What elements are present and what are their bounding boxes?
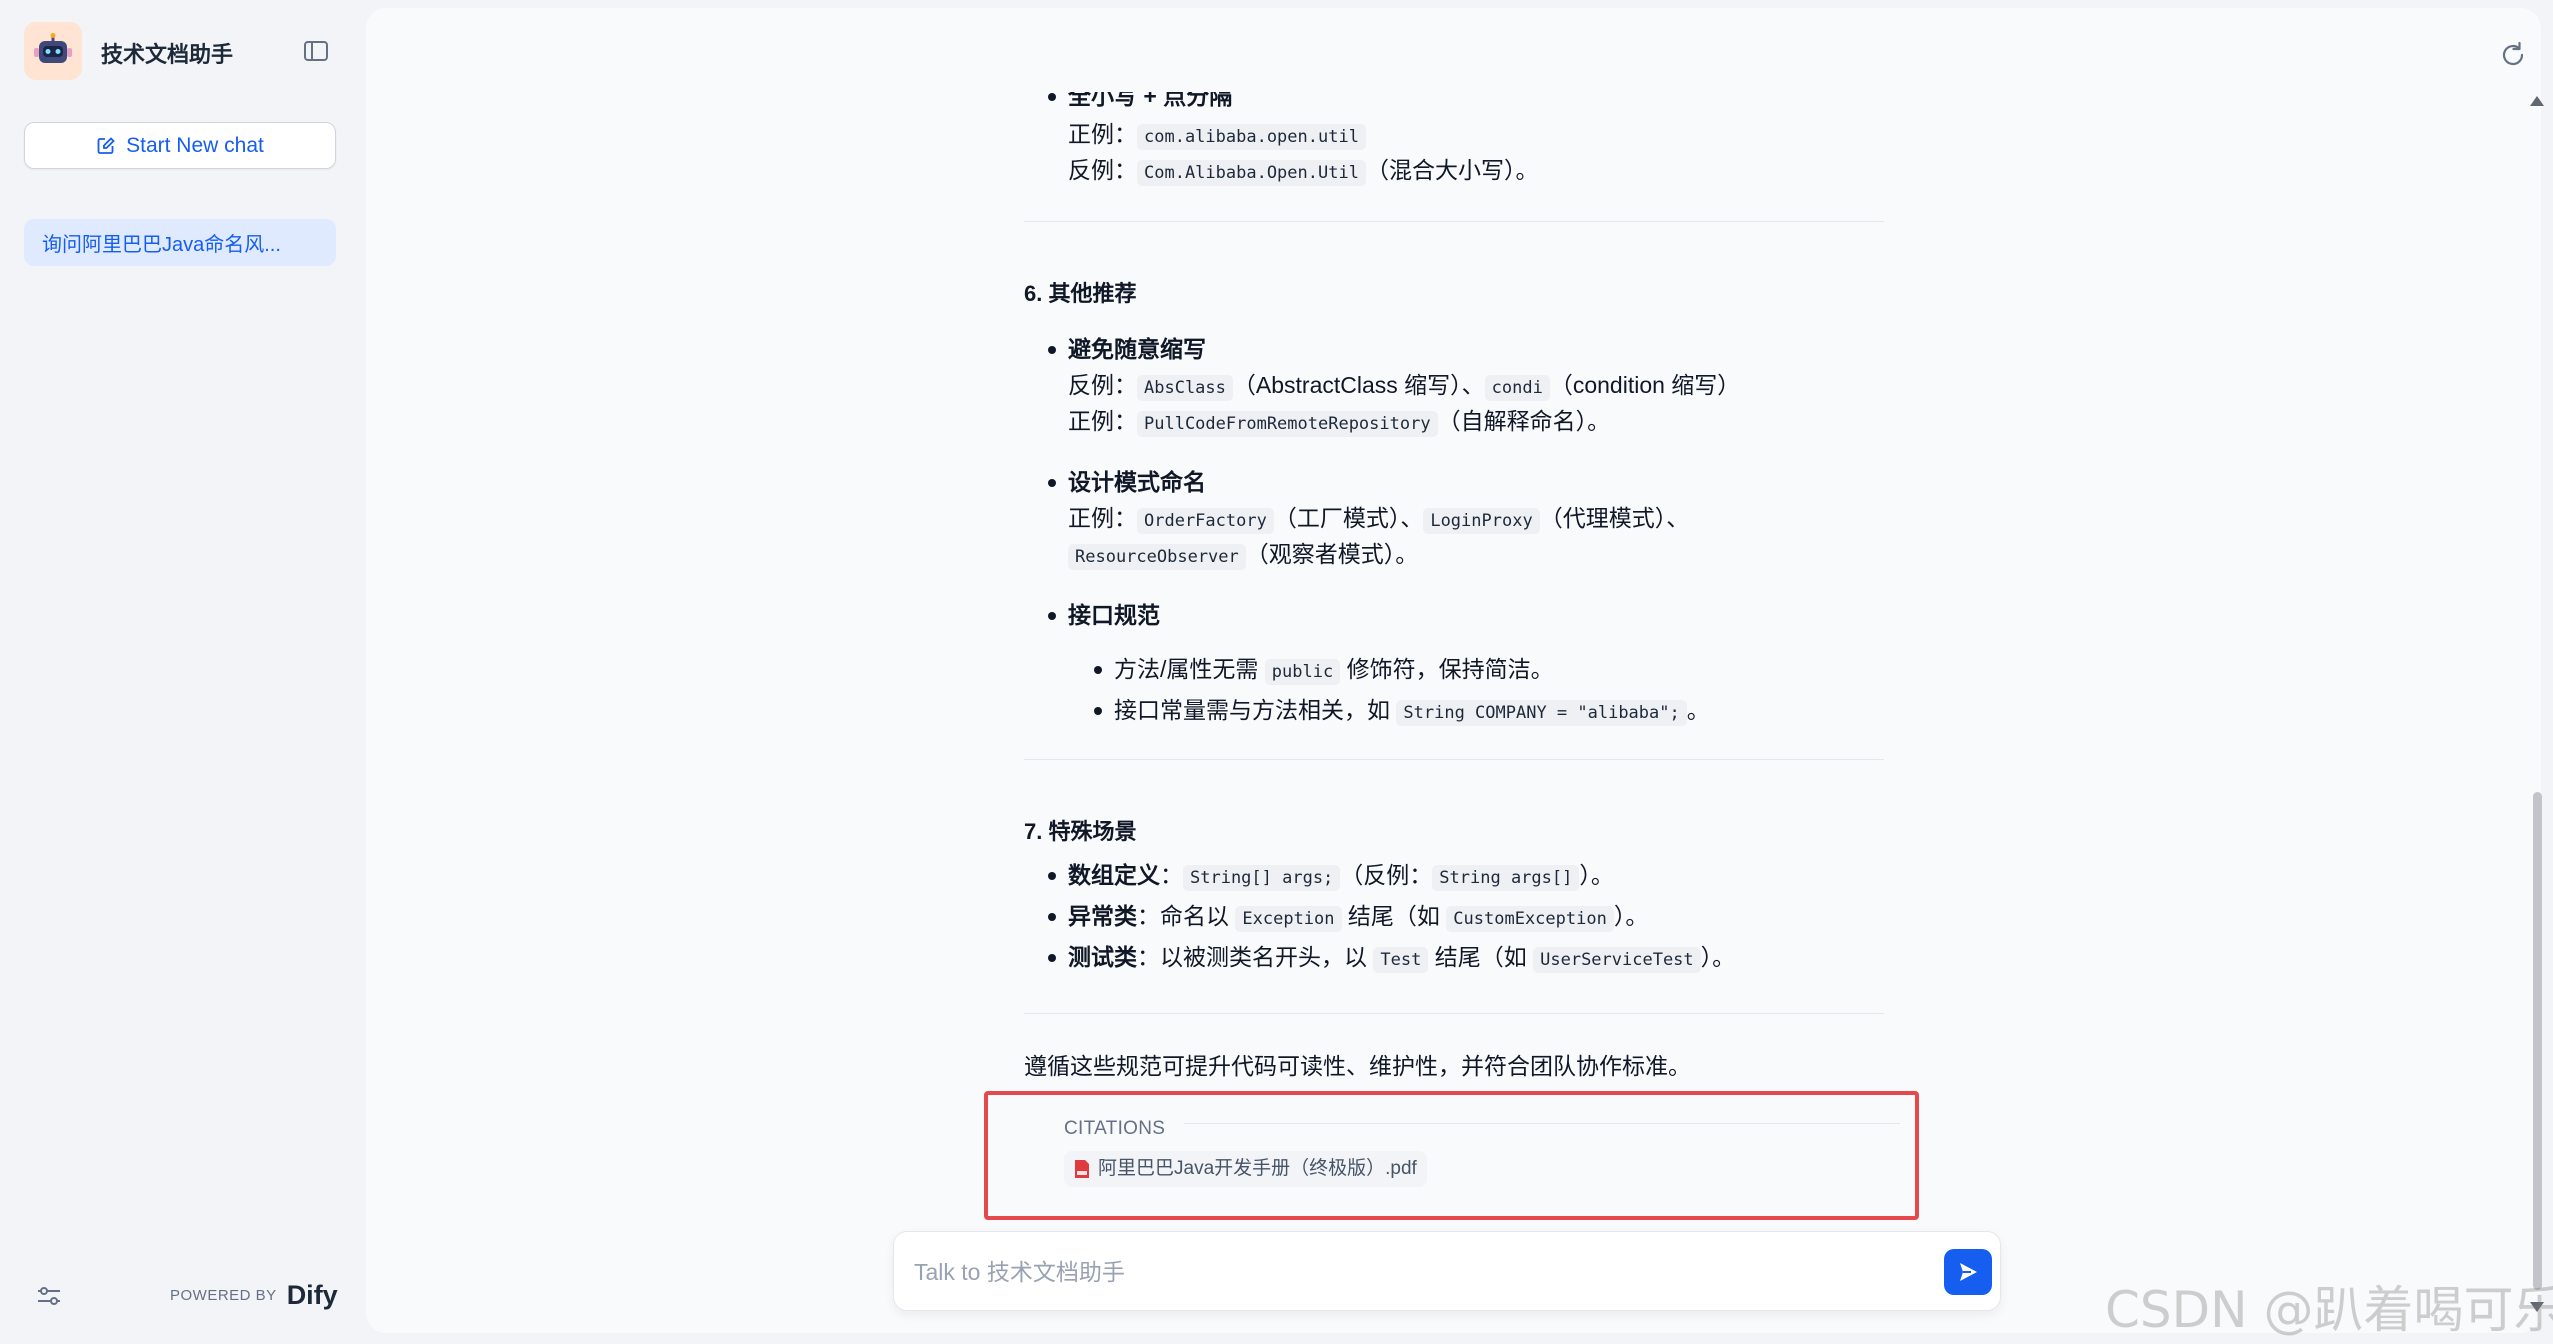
app-title: 技术文档助手 — [101, 42, 234, 67]
divider — [1024, 759, 1884, 760]
chat-input-box[interactable] — [893, 1231, 2001, 1311]
powered-by: POWERED BY Dify — [170, 1280, 338, 1311]
package-naming-heading: 全小写 + 点分隔 — [1068, 83, 1233, 109]
powered-by-label: POWERED BY — [170, 1287, 277, 1304]
abbreviation-good-example: 正例： PullCodeFromRemoteRepository （自解释命名）。 — [1068, 403, 1610, 442]
abbreviation-heading: 避免随意缩写 — [1068, 336, 1206, 362]
start-new-chat-label: Start New chat — [126, 133, 264, 157]
section-6-title: 6. 其他推荐 — [1024, 281, 1137, 306]
scrollbar-thumb[interactable] — [2533, 792, 2542, 1290]
design-pattern-heading: 设计模式命名 — [1068, 469, 1206, 495]
send-icon — [1960, 1263, 1977, 1281]
package-bad-example: 反例： Com.Alibaba.Open.Util （混合大小写）。 — [1068, 152, 1538, 191]
answer-message: 全小写 + 点分隔 正例： com.alibaba.open.util 反例： Co… — [1000, 8, 1900, 1200]
dify-logo: Dify — [286, 1280, 338, 1310]
watermark: CSDN @趴着喝可乐 — [2105, 1281, 2553, 1339]
sidebar-toggle-icon[interactable] — [302, 38, 330, 64]
test-class-rule: 测试类：以被测类名开头，以 Test 结尾（如 UserServiceTest）… — [1068, 939, 1735, 978]
sidebar: 技术文档助手 Start New chat 询问阿里巴巴Java命名风... P… — [0, 0, 366, 1344]
scroll-up-arrow[interactable] — [2530, 96, 2544, 106]
refresh-icon[interactable] — [2496, 38, 2530, 72]
app-logo-icon — [24, 22, 82, 80]
abbreviation-bad-example: 反例： AbsClass （AbstractClass 缩写）、 condi （cond… — [1068, 367, 1740, 406]
array-definition-rule: 数组定义： String[] args; （反例： String args[]）。 — [1068, 857, 1614, 896]
start-new-chat-button[interactable]: Start New chat — [24, 122, 336, 169]
interface-rule-1: 方法/属性无需 public 修饰符，保持简洁。 — [1114, 651, 1554, 690]
package-good-example: 正例： com.alibaba.open.util — [1068, 116, 1366, 155]
divider — [1024, 1013, 1884, 1014]
divider — [1024, 221, 1884, 222]
interface-rule-2: 接口常量需与方法相关，如 String COMPANY = "alibaba";… — [1114, 692, 1710, 731]
design-pattern-example: 正例： OrderFactory （工厂模式）、 LoginProxy （代理模式）、 — [1068, 500, 1689, 539]
chat-panel: 全小写 + 点分隔 正例： com.alibaba.open.util 反例： Co… — [366, 8, 2541, 1333]
exception-class-rule: 异常类：命名以 Exception 结尾（如 CustomException）。 — [1068, 898, 1648, 937]
chat-input[interactable] — [914, 1252, 1894, 1292]
interface-heading: 接口规范 — [1068, 602, 1160, 628]
send-button[interactable] — [1944, 1249, 1992, 1295]
conclusion-text: 遵循这些规范可提升代码可读性、维护性，并符合团队协作标准。 — [1024, 1053, 1691, 1079]
edit-icon — [97, 136, 115, 154]
conversation-item[interactable]: 询问阿里巴巴Java命名风... — [24, 219, 336, 266]
conversation-title: 询问阿里巴巴Java命名风... — [42, 234, 281, 256]
citations-highlight-box — [984, 1091, 1919, 1220]
section-7-title: 7. 特殊场景 — [1024, 819, 1137, 844]
settings-sliders-icon[interactable] — [34, 1282, 64, 1310]
design-pattern-example-cont: ResourceObserver （观察者模式）。 — [1068, 536, 1418, 575]
